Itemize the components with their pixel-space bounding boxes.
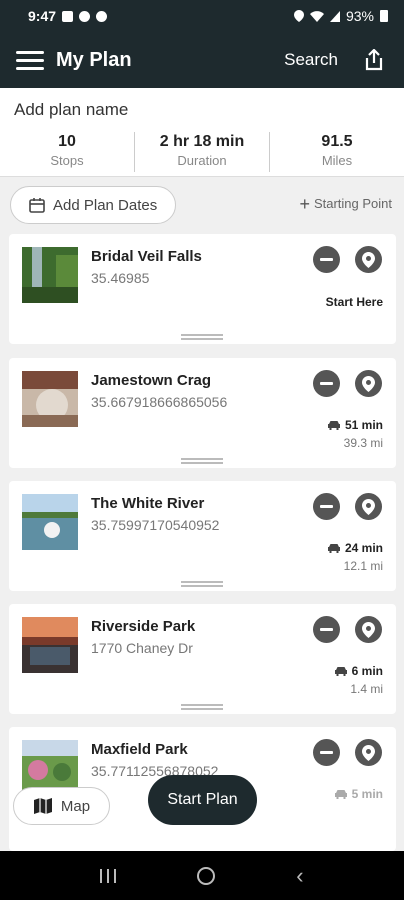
- map-pin-icon: [362, 375, 375, 392]
- stop-location: 35.46985: [91, 270, 150, 286]
- location-icon: [293, 10, 304, 22]
- stop-card[interactable]: Bridal Veil Falls 35.46985 Start Here: [9, 234, 396, 344]
- add-plan-dates-button[interactable]: Add Plan Dates: [10, 186, 176, 224]
- location-pin-button[interactable]: [355, 493, 382, 520]
- starting-point-button[interactable]: + Starting Point: [299, 193, 392, 214]
- plan-summary: Add plan name 10 Stops 2 hr 18 min Durat…: [0, 88, 404, 177]
- drive-time: 5 min: [334, 787, 383, 801]
- app-header: My Plan Search: [0, 32, 404, 88]
- search-button[interactable]: Search: [284, 50, 338, 70]
- minus-icon: [320, 382, 333, 385]
- page-title: My Plan: [56, 48, 132, 71]
- remove-stop-button[interactable]: [313, 370, 340, 397]
- remove-stop-button[interactable]: [313, 616, 340, 643]
- map-pin-icon: [362, 498, 375, 515]
- starting-point-label: Starting Point: [313, 196, 392, 211]
- drive-distance: 39.3 mi: [343, 436, 383, 450]
- stop-name: Riverside Park: [91, 618, 196, 635]
- app-notification-icon: [96, 10, 108, 22]
- drive-time-value: 24 min: [344, 541, 383, 555]
- stat-miles: 91.5 Miles: [270, 132, 404, 172]
- drag-handle[interactable]: [181, 581, 223, 587]
- status-time: 9:47: [28, 8, 57, 24]
- drive-time-value: 5 min: [351, 787, 383, 801]
- status-bar: 9:47 93%: [0, 0, 404, 32]
- battery-percent: 93%: [345, 8, 374, 24]
- plan-stats: 10 Stops 2 hr 18 min Duration 91.5 Miles: [0, 132, 404, 172]
- minus-icon: [320, 751, 333, 754]
- stop-thumbnail: [22, 371, 78, 427]
- drive-time: 24 min: [327, 541, 383, 555]
- stop-thumbnail: [22, 617, 78, 673]
- stop-card[interactable]: Riverside Park 1770 Chaney Dr 6 min 1.4 …: [9, 604, 396, 714]
- home-icon[interactable]: [197, 866, 216, 885]
- drag-handle[interactable]: [181, 458, 223, 464]
- location-pin-button[interactable]: [355, 370, 382, 397]
- stop-thumbnail: [22, 494, 78, 550]
- stop-location: 35.667918666865056: [91, 394, 228, 410]
- location-pin-button[interactable]: [355, 739, 382, 766]
- drive-time-value: 6 min: [351, 664, 383, 678]
- stop-location: 35.75997170540952: [91, 517, 220, 533]
- stat-value: 2 hr 18 min: [159, 133, 245, 150]
- back-icon[interactable]: ‹: [296, 863, 303, 889]
- location-pin-button[interactable]: [355, 616, 382, 643]
- add-plan-dates-label: Add Plan Dates: [53, 196, 158, 214]
- dnd-icon: [79, 10, 91, 22]
- start-plan-button[interactable]: Start Plan: [148, 775, 257, 825]
- stat-label: Miles: [321, 153, 353, 168]
- gallery-notification-icon: [62, 10, 74, 22]
- plan-name-field[interactable]: Add plan name: [14, 100, 128, 120]
- stat-duration: 2 hr 18 min Duration: [135, 132, 270, 172]
- car-icon: [334, 667, 347, 676]
- hamburger-menu-icon[interactable]: [16, 49, 44, 71]
- drive-time: 51 min: [327, 418, 383, 432]
- system-nav-bar: ‹: [0, 851, 404, 900]
- battery-icon: [380, 10, 388, 22]
- remove-stop-button[interactable]: [313, 493, 340, 520]
- minus-icon: [320, 628, 333, 631]
- map-pin-icon: [362, 744, 375, 761]
- start-here-label: Start Here: [325, 295, 383, 309]
- stop-card[interactable]: Jamestown Crag 35.667918666865056 51 min…: [9, 358, 396, 468]
- signal-icon: [329, 10, 340, 22]
- stat-value: 10: [58, 133, 76, 150]
- drag-handle[interactable]: [181, 704, 223, 710]
- stat-label: Stops: [50, 153, 84, 168]
- recents-icon[interactable]: [100, 868, 117, 883]
- drive-distance: 12.1 mi: [343, 559, 383, 573]
- drive-time-value: 51 min: [344, 418, 383, 432]
- calendar-icon: [29, 198, 45, 213]
- wifi-icon: [309, 10, 324, 22]
- map-label: Map: [60, 797, 91, 815]
- drive-time: 6 min: [334, 664, 383, 678]
- stop-name: Maxfield Park: [91, 741, 188, 758]
- remove-stop-button[interactable]: [313, 739, 340, 766]
- plus-icon: +: [299, 193, 310, 214]
- stop-name: Bridal Veil Falls: [91, 248, 202, 265]
- stat-stops: 10 Stops: [0, 132, 135, 172]
- stop-name: The White River: [91, 495, 205, 512]
- share-icon[interactable]: [364, 49, 384, 71]
- stat-value: 91.5: [321, 133, 353, 150]
- stop-location: 1770 Chaney Dr: [91, 640, 193, 656]
- stop-name: Jamestown Crag: [91, 372, 212, 389]
- minus-icon: [320, 505, 333, 508]
- location-pin-button[interactable]: [355, 246, 382, 273]
- map-button[interactable]: Map: [13, 787, 110, 825]
- map-pin-icon: [362, 251, 375, 268]
- map-pin-icon: [362, 621, 375, 638]
- car-icon: [327, 544, 340, 553]
- remove-stop-button[interactable]: [313, 246, 340, 273]
- plan-controls: Add Plan Dates + Starting Point: [0, 186, 404, 226]
- car-icon: [327, 421, 340, 430]
- map-icon: [33, 798, 52, 814]
- minus-icon: [320, 258, 333, 261]
- stat-label: Duration: [177, 153, 227, 168]
- drag-handle[interactable]: [181, 334, 223, 340]
- drive-distance: 1.4 mi: [350, 682, 383, 696]
- car-icon: [334, 790, 347, 799]
- stop-card[interactable]: The White River 35.75997170540952 24 min…: [9, 481, 396, 591]
- stop-thumbnail: [22, 247, 78, 303]
